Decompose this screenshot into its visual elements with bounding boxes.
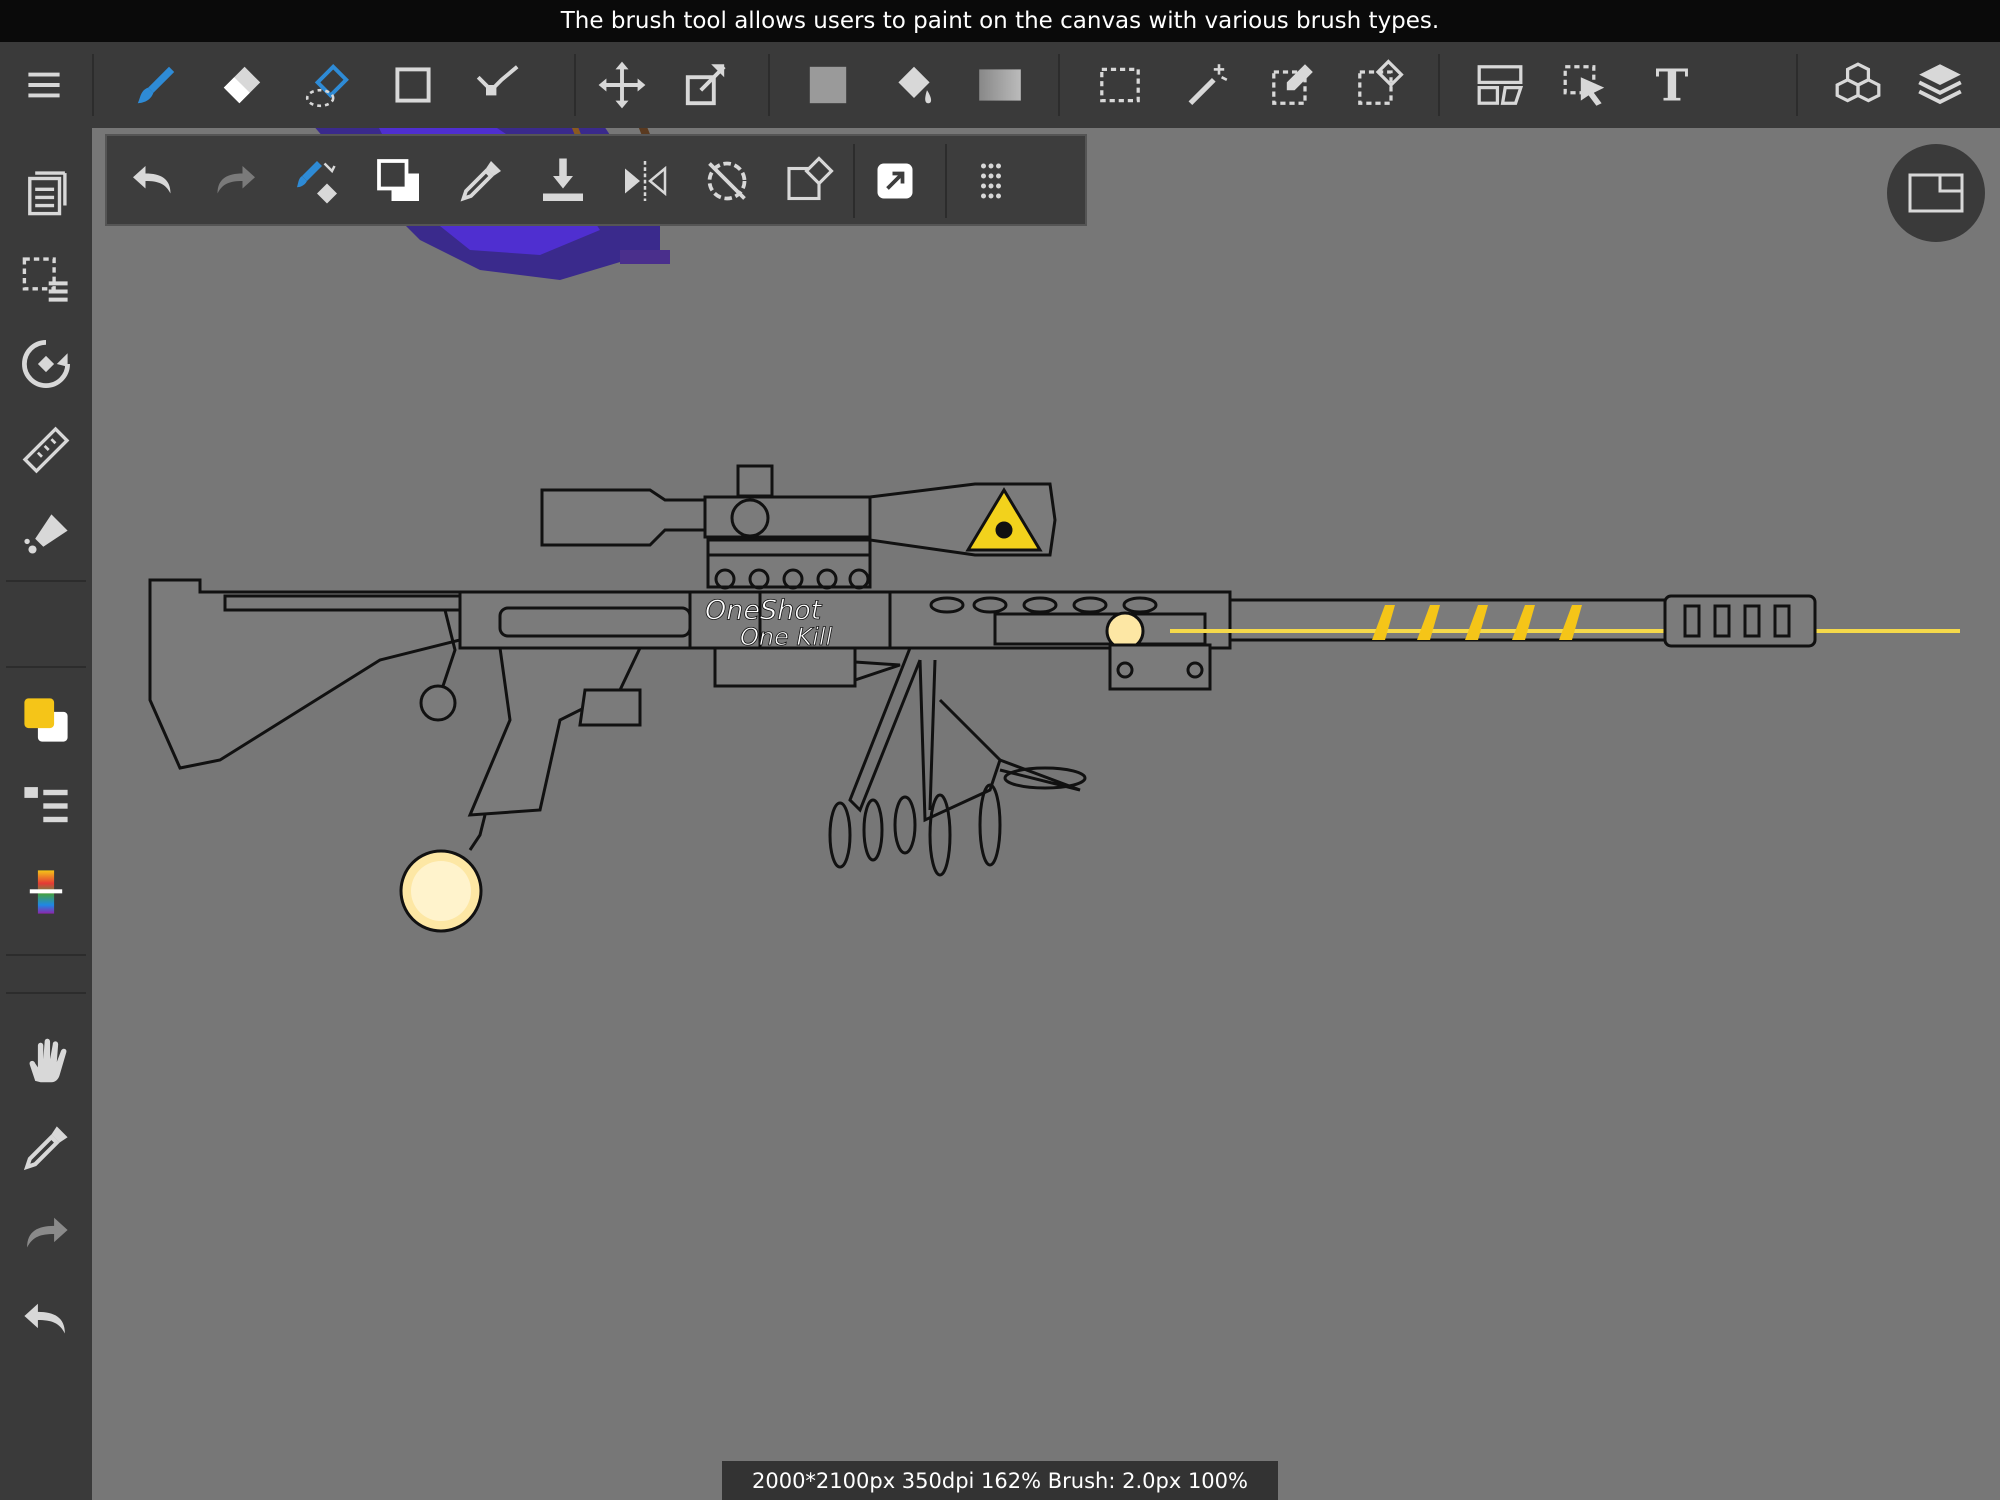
filter-icon[interactable] [10,500,82,572]
color-swatch-icon[interactable] [10,684,82,756]
rifle-lettering-line1: OneShot [705,595,823,626]
redo-icon[interactable] [197,142,273,220]
layers-icon[interactable] [1904,42,1976,128]
color-swap-icon[interactable] [361,142,437,220]
line-icon[interactable] [463,42,535,128]
selection-layer-icon[interactable] [10,242,82,314]
save-icon[interactable] [525,142,601,220]
ruler-icon[interactable] [10,414,82,486]
color-picker-icon[interactable] [10,856,82,928]
undo-icon[interactable] [10,1284,82,1356]
gradient-icon[interactable] [964,42,1036,128]
undo-icon[interactable] [115,142,191,220]
magic-wand-icon[interactable] [1170,42,1242,128]
eraser-icon[interactable] [206,42,278,128]
navigator-button[interactable] [1887,144,1985,242]
transform-icon[interactable] [670,42,742,128]
eyedropper-icon[interactable] [10,1112,82,1184]
smudge-icon[interactable] [292,42,364,128]
move-icon[interactable] [586,42,658,128]
share-icon[interactable] [857,142,933,220]
frame-divider-icon[interactable] [1464,42,1536,128]
3d-icon[interactable] [1822,42,1894,128]
redo-icon[interactable] [10,1198,82,1270]
top-toolbar: T [0,42,2000,128]
snap-erase-icon[interactable] [771,142,847,220]
select-eraser-icon[interactable] [1342,42,1414,128]
svg-text:T: T [1656,61,1689,111]
select-arrow-icon[interactable] [1550,42,1622,128]
rotate-reset-icon[interactable] [689,142,765,220]
brush-icon[interactable] [120,42,192,128]
sub-toolbar [105,134,1087,226]
rifle-lettering-line2: One Kill [740,623,833,651]
brush-list-icon[interactable] [10,770,82,842]
flip-icon[interactable] [607,142,683,220]
gallery-icon[interactable] [10,156,82,228]
status-bar: 2000*2100px 350dpi 162% Brush: 2.0px 100… [722,1461,1278,1500]
fill-color-icon[interactable] [792,42,864,128]
rifle-drawing [148,464,1960,933]
shape-icon[interactable] [377,42,449,128]
menu-icon[interactable] [8,42,80,128]
snap-icon[interactable] [10,328,82,400]
select-pen-icon[interactable] [1256,42,1328,128]
text-icon[interactable]: T [1636,42,1708,128]
status-text: 2000*2100px 350dpi 162% Brush: 2.0px 100… [751,1468,1248,1493]
select-rect-icon[interactable] [1084,42,1156,128]
brush-eraser-toggle-icon[interactable] [279,142,355,220]
navigator-icon [1908,173,1964,213]
bucket-icon[interactable] [878,42,950,128]
left-sidebar [0,128,92,1500]
eyedropper-icon[interactable] [443,142,519,220]
more-icon[interactable] [953,142,1029,220]
hand-icon[interactable] [10,1026,82,1098]
